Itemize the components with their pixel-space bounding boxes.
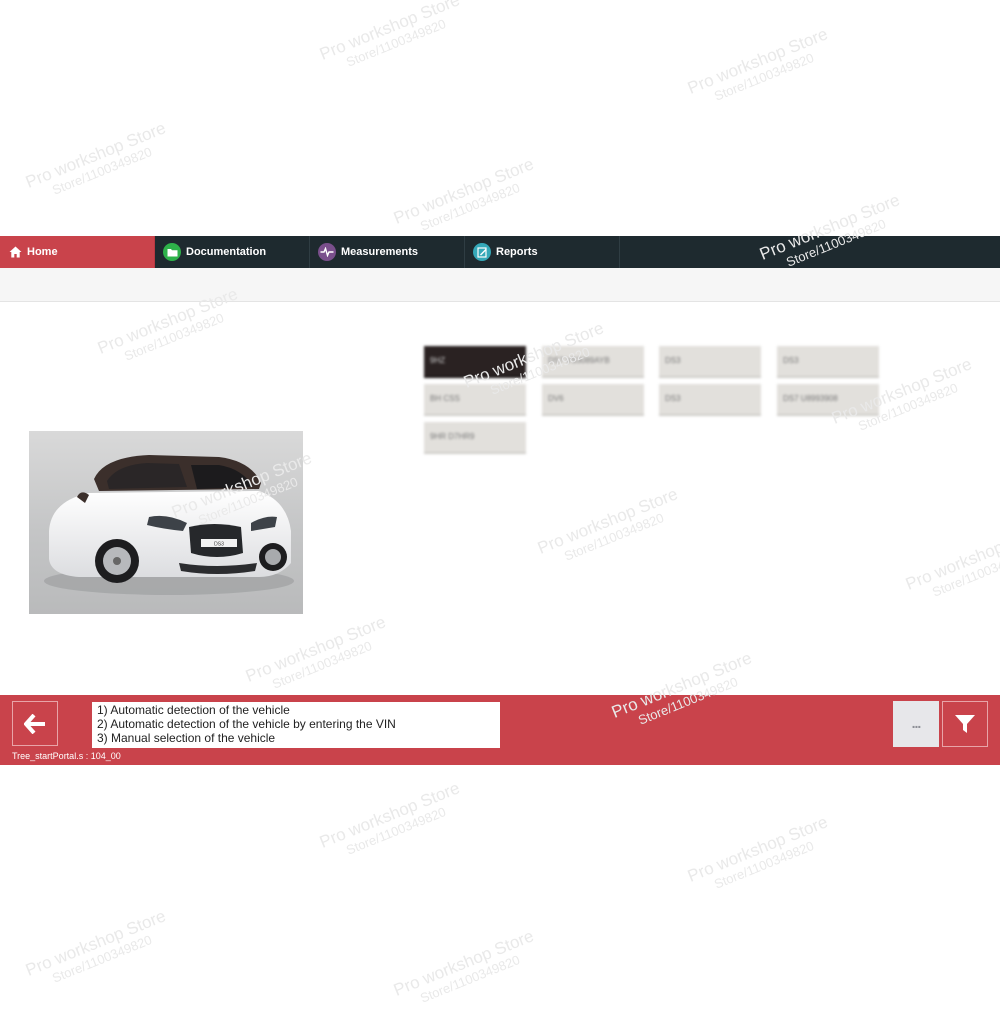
option-auto-detect-vin[interactable]: 2) Automatic detection of the vehicle by… — [97, 717, 495, 731]
option-manual-selection[interactable]: 3) Manual selection of the vehicle — [97, 731, 495, 745]
home-icon — [8, 243, 22, 261]
filter-button[interactable] — [942, 701, 988, 747]
filter-icon — [955, 715, 975, 733]
vehicle-info-cell: DS7 U8993908 — [777, 384, 879, 416]
tab-home[interactable]: Home — [0, 236, 155, 268]
watermark: Pro workshop StoreStore/1100349820 — [902, 520, 1000, 600]
watermark: Pro workshop StoreStore/1100349820 — [316, 0, 463, 70]
status-text: Tree_startPortal.s : 104_00 — [12, 751, 121, 761]
bottom-action-bar: 1) Automatic detection of the vehicle 2)… — [0, 695, 1000, 765]
arrow-left-icon — [24, 713, 45, 734]
vehicle-info-cell: DS3 — [659, 346, 761, 378]
vehicle-info-cell: 9HR D7HR9 — [424, 422, 526, 454]
car-illustration: DS3 — [44, 455, 294, 595]
toolbar-strip — [0, 268, 1000, 302]
license-plate-text: DS3 — [214, 542, 224, 548]
vehicle-info-cell: DS3 — [777, 346, 879, 378]
tab-reports[interactable]: Reports — [465, 236, 620, 268]
options-list: 1) Automatic detection of the vehicle 2)… — [92, 702, 500, 748]
watermark: Pro workshop StoreStore/1100349820 — [534, 484, 681, 564]
vehicle-photo: DS3 — [29, 431, 303, 614]
tab-measurements-label: Measurements — [341, 246, 419, 258]
tab-documentation-label: Documentation — [186, 246, 267, 258]
watermark: Pro workshop StoreStore/1100349820 — [242, 612, 389, 692]
report-icon — [473, 243, 491, 261]
more-icon: ... — [911, 714, 922, 731]
vehicle-info-cell: DS7 VS3089AYB — [542, 346, 644, 378]
watermark: Pro workshop StoreStore/1100349820 — [22, 118, 169, 198]
vehicle-info-cell: 9HZ — [424, 346, 526, 378]
watermark: Pro workshop StoreStore/1100349820 — [22, 906, 169, 986]
more-button[interactable]: ... — [893, 701, 939, 747]
watermark: Pro workshop StoreStore/1100349820 — [316, 778, 463, 858]
watermark: Pro workshop StoreStore/1100349820 — [684, 812, 831, 892]
top-navigation-bar: Home Documentation Measurements Reports — [0, 236, 1000, 268]
back-button[interactable] — [12, 701, 58, 746]
watermark: Pro workshop StoreStore/1100349820 — [390, 926, 537, 1006]
waveform-icon — [318, 243, 336, 261]
vehicle-info-cell: DS3 — [659, 384, 761, 416]
watermark: Pro workshop StoreStore/1100349820 — [390, 154, 537, 234]
tab-documentation[interactable]: Documentation — [155, 236, 310, 268]
vehicle-info-cell: BH CSS — [424, 384, 526, 416]
folder-icon — [163, 243, 181, 261]
tab-home-label: Home — [27, 246, 58, 258]
watermark: Pro workshop StoreStore/1100349820 — [684, 24, 831, 104]
option-auto-detect[interactable]: 1) Automatic detection of the vehicle — [97, 703, 495, 717]
tab-reports-label: Reports — [496, 246, 538, 258]
tab-measurements[interactable]: Measurements — [310, 236, 465, 268]
vehicle-info-cell: DV6 — [542, 384, 644, 416]
